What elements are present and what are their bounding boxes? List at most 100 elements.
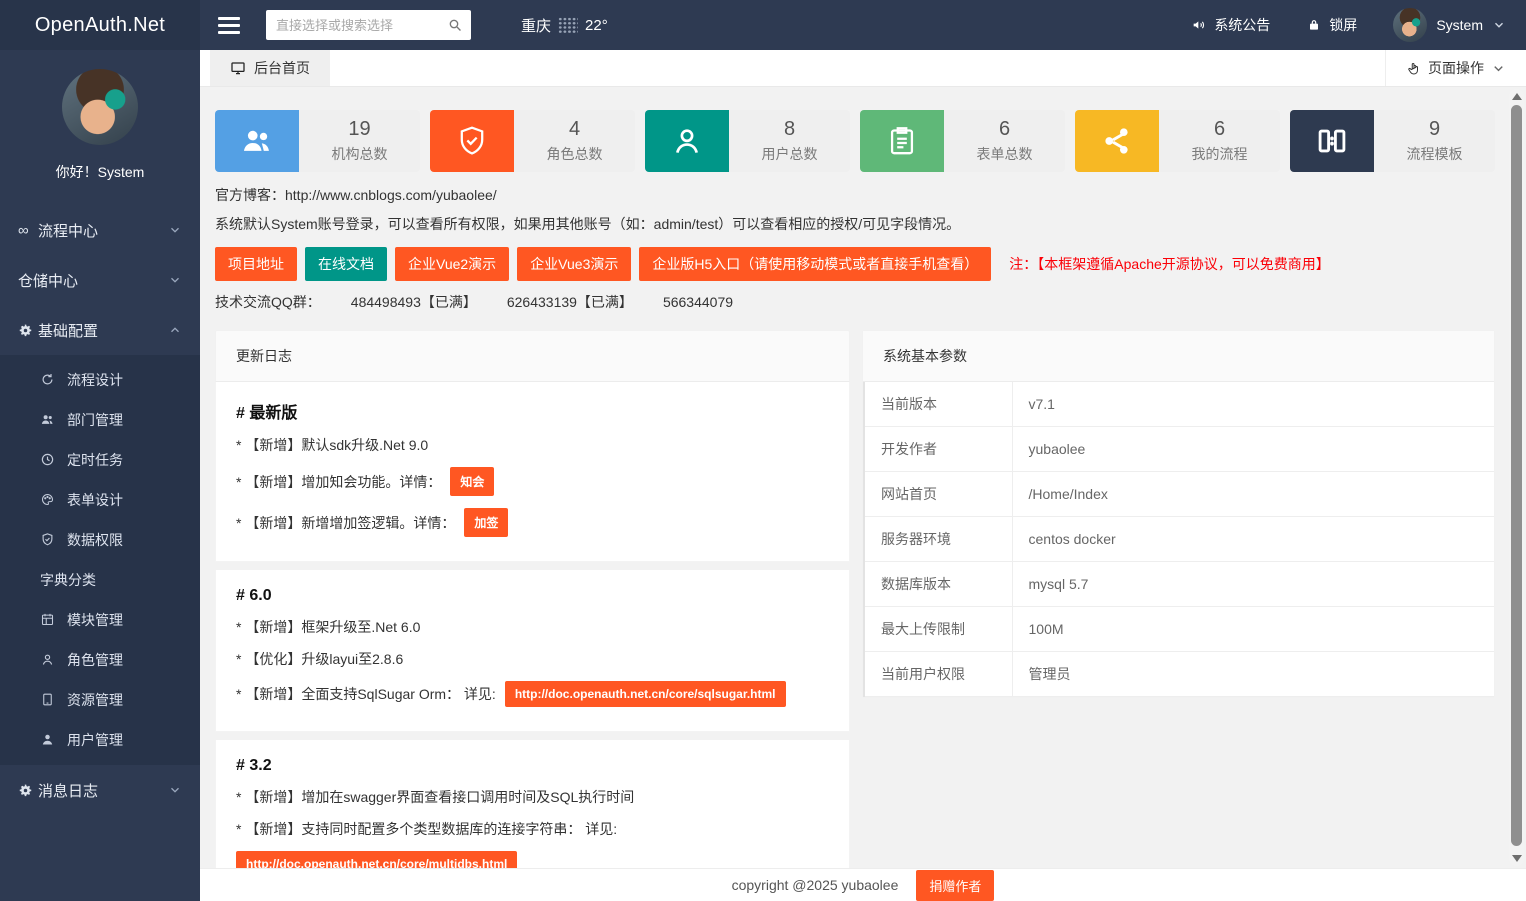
sidebar-item-label: 消息日志 [38, 780, 98, 801]
log-item: * 【新增】新增增加签逻辑。详情：加签 [236, 508, 829, 537]
qq-group: 484498493【已满】 [351, 294, 477, 310]
lock-screen-button[interactable]: 锁屏 [1306, 15, 1357, 35]
sidebar-menu: ∞ 流程中心 仓储中心 基础配置 流程设计 部门管理 [0, 205, 200, 815]
sidebar-item-role-mgmt[interactable]: 角色管理 [0, 640, 200, 680]
stat-card-users[interactable]: 8 用户总数 [645, 110, 850, 172]
gear-icon [18, 323, 38, 338]
shield-check-icon [40, 532, 56, 548]
sidebar-item-user-mgmt[interactable]: 用户管理 [0, 720, 200, 760]
greeting-text: 你好！System [0, 162, 200, 182]
log-section-heading: # 6.0 [236, 587, 829, 605]
param-label: 数据库版本 [864, 562, 1012, 607]
donate-button[interactable]: 捐赠作者 [916, 870, 994, 901]
stat-label: 机构总数 [332, 144, 388, 164]
announcement-label: 系统公告 [1214, 15, 1270, 35]
share-icon [1075, 110, 1159, 172]
chevron-up-icon [168, 323, 182, 337]
sidebar-item-warehouse-center[interactable]: 仓储中心 [0, 255, 200, 305]
stat-card-process-templates[interactable]: 9 流程模板 [1290, 110, 1495, 172]
table-row: 服务器环境centos docker [864, 517, 1494, 562]
user-dropdown[interactable]: System [1393, 8, 1506, 42]
sidebar-item-module-mgmt[interactable]: 模块管理 [0, 600, 200, 640]
page-actions-dropdown[interactable]: 页面操作 [1385, 50, 1526, 86]
footer: copyright @2025 yubaolee 捐赠作者 [200, 868, 1526, 901]
sidebar-item-process-design[interactable]: 流程设计 [0, 360, 200, 400]
sidebar-item-label: 角色管理 [67, 650, 123, 670]
online-docs-button[interactable]: 在线文档 [305, 247, 387, 281]
hand-pointer-icon [1406, 61, 1421, 76]
qq-label: 技术交流QQ群： [215, 294, 321, 310]
weather-dots-icon [558, 17, 578, 34]
vue3-demo-button[interactable]: 企业Vue3演示 [517, 247, 631, 281]
vertical-scrollbar[interactable] [1509, 89, 1524, 866]
lock-icon [1306, 17, 1322, 33]
weather-temperature: 22° [585, 17, 608, 34]
dashboard-content: 19 机构总数 4 角色总数 8 用户总数 [200, 87, 1526, 868]
sidebar-item-label: 基础配置 [38, 320, 98, 341]
sidebar-item-scheduled-tasks[interactable]: 定时任务 [0, 440, 200, 480]
intro-block: 官方博客：http://www.cnblogs.com/yubaolee/ 系统… [215, 185, 1495, 312]
param-value: 管理员 [1012, 652, 1494, 697]
scroll-down-arrow-icon[interactable] [1512, 855, 1522, 862]
gear-icon [18, 783, 38, 798]
stat-value: 19 [348, 118, 370, 141]
sidebar-item-dictionary[interactable]: 字典分类 [0, 560, 200, 600]
search-icon[interactable] [447, 17, 463, 33]
log-section-heading: # 3.2 [236, 757, 829, 775]
scrollbar-thumb[interactable] [1511, 105, 1522, 846]
refresh-icon [40, 372, 56, 388]
log-item: * 【新增】增加在swagger界面查看接口调用时间及SQL执行时间 [236, 787, 829, 807]
announcement-button[interactable]: 系统公告 [1191, 15, 1270, 35]
param-label: 当前版本 [864, 382, 1012, 427]
log-item: * 【新增】默认sdk升级.Net 9.0 [236, 435, 829, 455]
log-link-button[interactable]: http://doc.openauth.net.cn/core/multidbs… [236, 851, 517, 868]
stat-label: 用户总数 [762, 144, 818, 164]
sidebar-item-label: 字典分类 [40, 570, 96, 590]
sidebar-item-department-mgmt[interactable]: 部门管理 [0, 400, 200, 440]
project-site-button[interactable]: 项目地址 [215, 247, 297, 281]
search-input[interactable] [266, 10, 471, 40]
account-note-line: 系统默认System账号登录，可以查看所有权限，如果用其他账号（如：admin/… [215, 214, 1495, 234]
stat-card-body: 19 机构总数 [299, 110, 420, 172]
clipboard-icon [860, 110, 944, 172]
chevron-down-icon [1492, 18, 1506, 32]
quick-links-row: 项目地址 在线文档 企业Vue2演示 企业Vue3演示 企业版H5入口（请使用移… [215, 247, 1495, 281]
log-link-button[interactable]: 加签 [464, 508, 508, 537]
monitor-icon [230, 60, 246, 76]
qq-groups-line: 技术交流QQ群：484498493【已满】626433139【已满】566344… [215, 292, 1495, 312]
tab-dashboard[interactable]: 后台首页 [210, 50, 330, 86]
h5-entry-button[interactable]: 企业版H5入口（请使用移动模式或者直接手机查看） [639, 247, 991, 281]
stat-card-orgs[interactable]: 19 机构总数 [215, 110, 420, 172]
person-icon [645, 110, 729, 172]
panel-title: 系统基本参数 [863, 331, 1494, 382]
vue2-demo-button[interactable]: 企业Vue2演示 [395, 247, 509, 281]
param-label: 服务器环境 [864, 517, 1012, 562]
hamburger-icon[interactable] [218, 13, 240, 38]
qq-group: 566344079 [663, 294, 733, 310]
stat-card-forms[interactable]: 6 表单总数 [860, 110, 1065, 172]
sidebar-item-label: 定时任务 [67, 450, 123, 470]
scroll-up-arrow-icon[interactable] [1512, 93, 1522, 100]
stat-value: 4 [569, 118, 580, 141]
param-label: 开发作者 [864, 427, 1012, 472]
log-section-heading: # 最新版 [236, 399, 829, 423]
stat-card-my-processes[interactable]: 6 我的流程 [1075, 110, 1280, 172]
blog-link[interactable]: http://www.cnblogs.com/yubaolee/ [285, 187, 497, 203]
sidebar-item-data-permission[interactable]: 数据权限 [0, 520, 200, 560]
avatar [62, 69, 138, 145]
sidebar-item-label: 仓储中心 [18, 270, 78, 291]
stat-value: 6 [1214, 118, 1225, 141]
sidebar-item-resource-mgmt[interactable]: 资源管理 [0, 680, 200, 720]
sidebar-item-message-log[interactable]: 消息日志 [0, 765, 200, 815]
sidebar-item-form-design[interactable]: 表单设计 [0, 480, 200, 520]
sidebar-item-label: 流程设计 [67, 370, 123, 390]
stat-card-roles[interactable]: 4 角色总数 [430, 110, 635, 172]
sidebar-item-process-center[interactable]: ∞ 流程中心 [0, 205, 200, 255]
log-section-latest: # 最新版 * 【新增】默认sdk升级.Net 9.0 * 【新增】增加知会功能… [215, 382, 850, 562]
person-outline-icon [40, 652, 56, 668]
sidebar-item-label: 部门管理 [67, 410, 123, 430]
log-link-button[interactable]: 知会 [450, 467, 494, 496]
log-link-button[interactable]: http://doc.openauth.net.cn/core/sqlsugar… [505, 681, 786, 707]
sidebar-item-base-config[interactable]: 基础配置 [0, 305, 200, 355]
table-row: 当前版本v7.1 [864, 382, 1494, 427]
